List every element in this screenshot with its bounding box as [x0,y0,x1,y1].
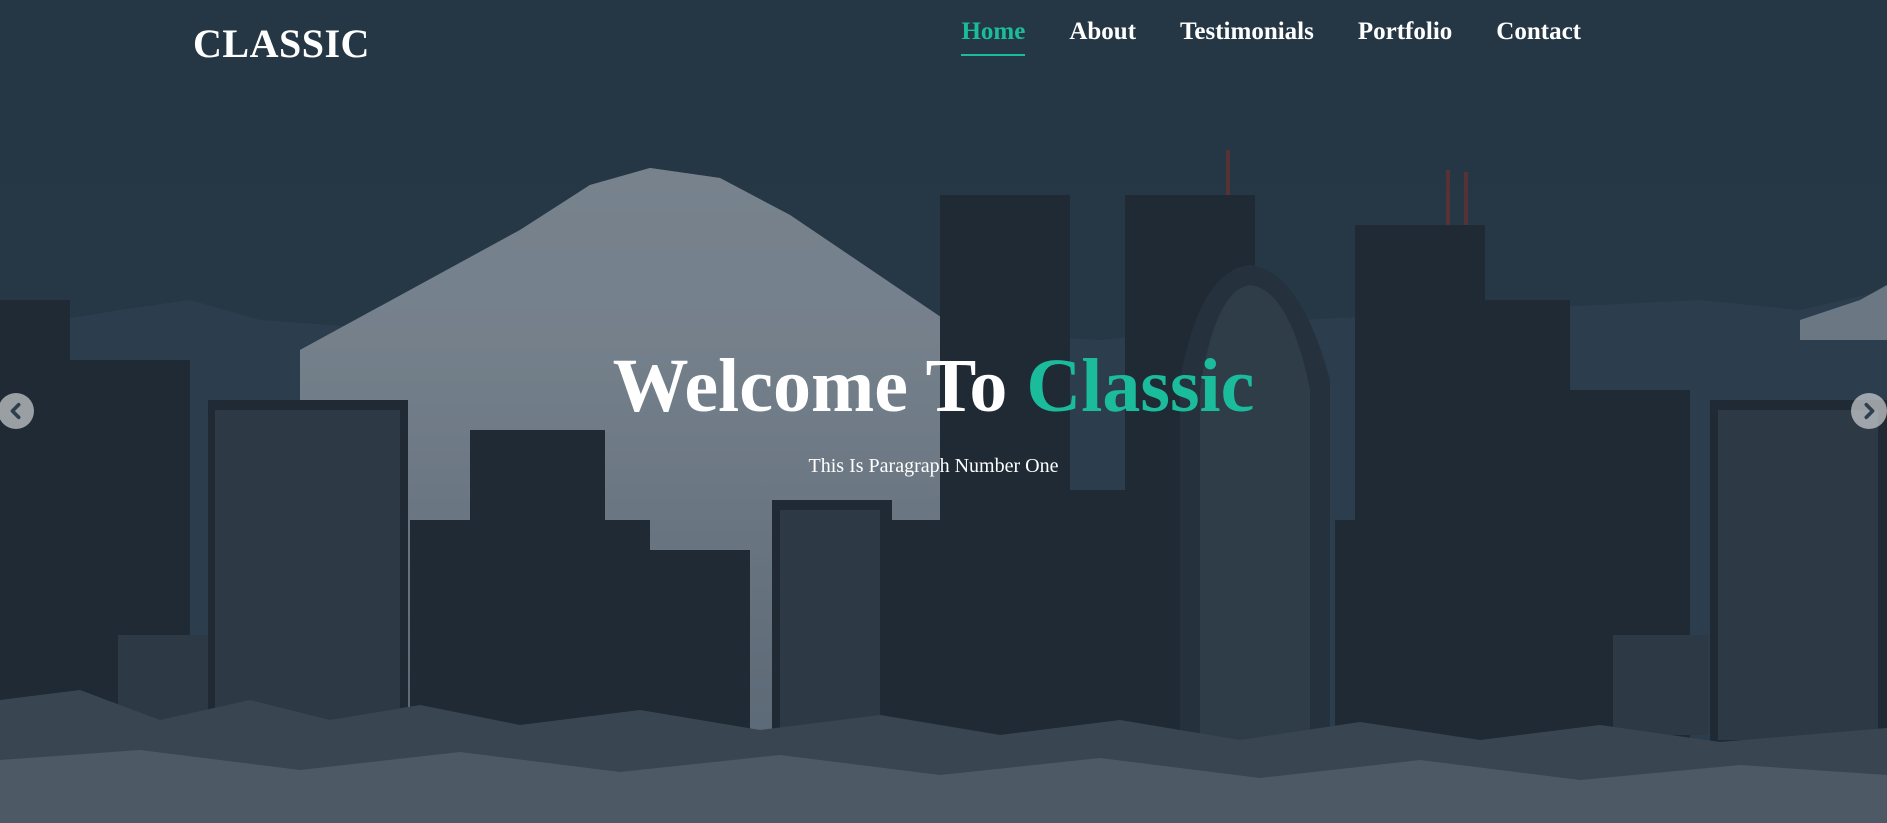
nav-item-about[interactable]: About [1069,18,1136,56]
hero-slider: CLASSIC Home About Testimonials Portfoli… [0,0,1887,823]
main-nav: Home About Testimonials Portfolio Contac… [917,18,1581,56]
carousel-next-button[interactable] [1851,393,1887,429]
hero-headline: Welcome To Classic [0,344,1867,429]
top-navbar: CLASSIC Home About Testimonials Portfoli… [0,0,1887,90]
headline-main-text: Welcome To [612,344,1008,428]
nav-item-home[interactable]: Home [961,18,1025,56]
chevron-right-icon [1864,402,1875,420]
hero-paragraph: This Is Paragraph Number One [808,454,1059,477]
brand-logo[interactable]: CLASSIC [193,20,370,67]
chevron-left-icon [10,402,21,420]
headline-accent-text: Classic [1026,344,1255,428]
nav-item-contact[interactable]: Contact [1496,18,1581,56]
hero-caption: Welcome To Classic This Is Paragraph Num… [0,344,1867,478]
nav-item-testimonials[interactable]: Testimonials [1180,18,1314,56]
nav-item-portfolio[interactable]: Portfolio [1358,18,1452,56]
